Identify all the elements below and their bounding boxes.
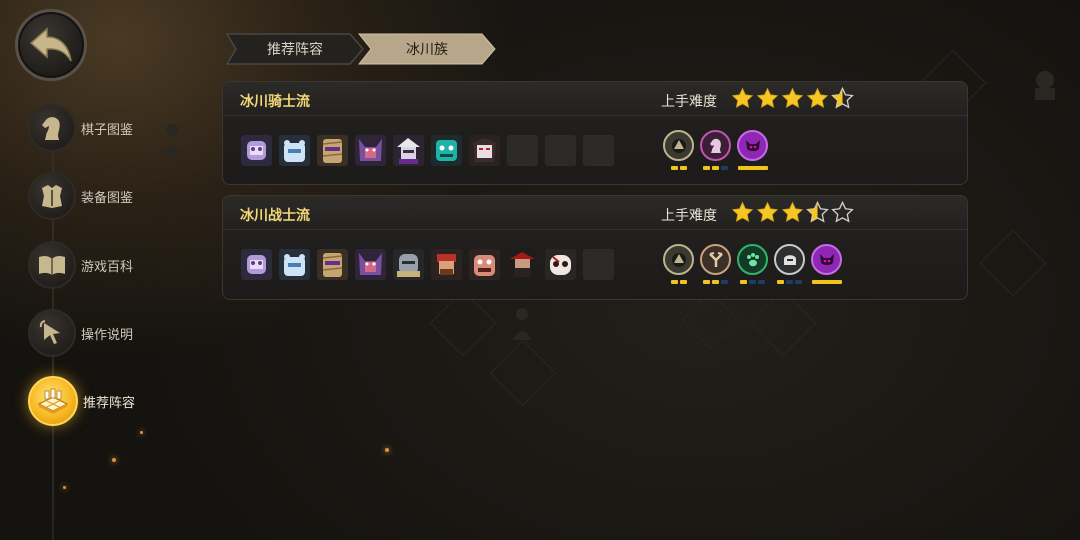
hero-purple-golem[interactable] [241, 135, 272, 166]
lineup-card-header: 冰川骑士流 上手难度 [223, 82, 967, 116]
spark-decoration [385, 448, 389, 452]
sidebar-item-chess-gallery[interactable]: 棋子图鉴 [28, 102, 178, 154]
empty-hero-slot [507, 135, 538, 166]
synergy-progress [740, 280, 765, 284]
star-full-icon [781, 87, 804, 108]
star-full-icon [731, 87, 754, 108]
star-full-icon [806, 87, 829, 108]
helm-icon [774, 244, 805, 275]
lineup-card[interactable]: 冰川战士流 上手难度 [222, 195, 968, 300]
difficulty-stars [731, 201, 854, 224]
difficulty-label: 上手难度 [661, 94, 717, 110]
difficulty-stars [731, 87, 854, 110]
hero-teal-ghoul[interactable] [431, 135, 462, 166]
hero-bat-demon[interactable] [355, 135, 386, 166]
lineup-card[interactable]: 冰川骑士流 上手难度 [222, 81, 968, 185]
hero-vampire[interactable] [469, 135, 500, 166]
synergy-progress [811, 280, 842, 284]
warrior-icon [700, 244, 731, 275]
empty-hero-slot [545, 135, 576, 166]
armor-icon [28, 172, 76, 220]
hero-mummy[interactable] [317, 135, 348, 166]
hero-mummy[interactable] [317, 249, 348, 280]
star-half-icon [806, 201, 829, 223]
hero-purple-golem[interactable] [241, 249, 272, 280]
lineup-title: 冰川战士流 [240, 208, 310, 224]
star-full-icon [781, 201, 804, 222]
synergy-warrior[interactable] [700, 244, 731, 284]
book-icon [28, 241, 76, 289]
hero-list [241, 135, 614, 166]
star-half-icon [831, 87, 854, 109]
sidebar-item-equipment-gallery[interactable]: 装备图鉴 [28, 170, 178, 222]
tab-label: 推荐阵容 [267, 42, 323, 58]
synergy-glacier[interactable] [663, 130, 694, 170]
hero-grey-knight[interactable] [393, 249, 424, 280]
spark-decoration [140, 431, 143, 434]
hero-pirate[interactable] [507, 249, 538, 280]
synergy-demon[interactable] [811, 244, 842, 284]
hero-white-witch[interactable] [393, 135, 424, 166]
hero-ice-bear[interactable] [279, 249, 310, 280]
synergy-beast[interactable] [737, 244, 768, 284]
demon-icon [737, 130, 768, 161]
paw-icon [737, 244, 768, 275]
sidebar-item-recommended-lineups[interactable]: 推荐阵容 [28, 375, 178, 427]
glacier-icon [663, 130, 694, 161]
lineup-title: 冰川骑士流 [240, 94, 310, 110]
lineup-card-header: 冰川战士流 上手难度 [223, 196, 967, 230]
star-full-icon [756, 87, 779, 108]
pointer-icon [28, 309, 76, 357]
hero-skull-mask[interactable] [545, 249, 576, 280]
difficulty-label: 上手难度 [661, 208, 717, 224]
breadcrumb: 推荐阵容 冰川族 [226, 33, 496, 65]
hero-bat-demon[interactable] [355, 249, 386, 280]
hero-red-warrior[interactable] [431, 249, 462, 280]
synergy-progress [670, 166, 687, 170]
synergy-progress [703, 166, 728, 170]
sidebar-item-label: 游戏百科 [81, 259, 134, 275]
sidebar-item-instructions[interactable]: 操作说明 [28, 307, 178, 359]
sidebar-item-label: 棋子图鉴 [81, 122, 134, 138]
sidebar-item-label: 操作说明 [81, 327, 134, 343]
hero-ogre[interactable] [469, 249, 500, 280]
demon-icon [811, 244, 842, 275]
synergy-progress [670, 280, 687, 284]
synergy-list [663, 130, 768, 170]
empty-hero-slot [583, 135, 614, 166]
spark-decoration [63, 486, 66, 489]
knight-icon [700, 130, 731, 161]
hero-list [241, 249, 614, 280]
sidebar-item-label: 装备图鉴 [81, 190, 134, 206]
synergy-progress [737, 166, 768, 170]
tab-recommended-lineups[interactable]: 推荐阵容 [226, 33, 364, 65]
tab-glacier-clan[interactable]: 冰川族 [358, 33, 496, 65]
synergy-list [663, 244, 842, 284]
back-button[interactable] [15, 9, 87, 81]
synergy-glacier[interactable] [663, 244, 694, 284]
star-full-icon [731, 201, 754, 222]
sidebar-item-encyclopedia[interactable]: 游戏百科 [28, 239, 178, 291]
chessboard-icon [28, 376, 78, 426]
synergy-knight[interactable] [700, 130, 731, 170]
back-arrow-icon [29, 27, 72, 62]
hero-ice-bear[interactable] [279, 135, 310, 166]
chess-knight-icon [28, 104, 76, 152]
spark-decoration [112, 458, 116, 462]
synergy-progress [703, 280, 728, 284]
synergy-guardian[interactable] [774, 244, 805, 284]
star-empty-icon [831, 201, 854, 223]
star-full-icon [756, 201, 779, 222]
synergy-demon[interactable] [737, 130, 768, 170]
sidebar-item-label: 推荐阵容 [83, 395, 136, 411]
tab-label: 冰川族 [406, 42, 448, 58]
synergy-progress [777, 280, 802, 284]
glacier-icon [663, 244, 694, 275]
empty-hero-slot [583, 249, 614, 280]
